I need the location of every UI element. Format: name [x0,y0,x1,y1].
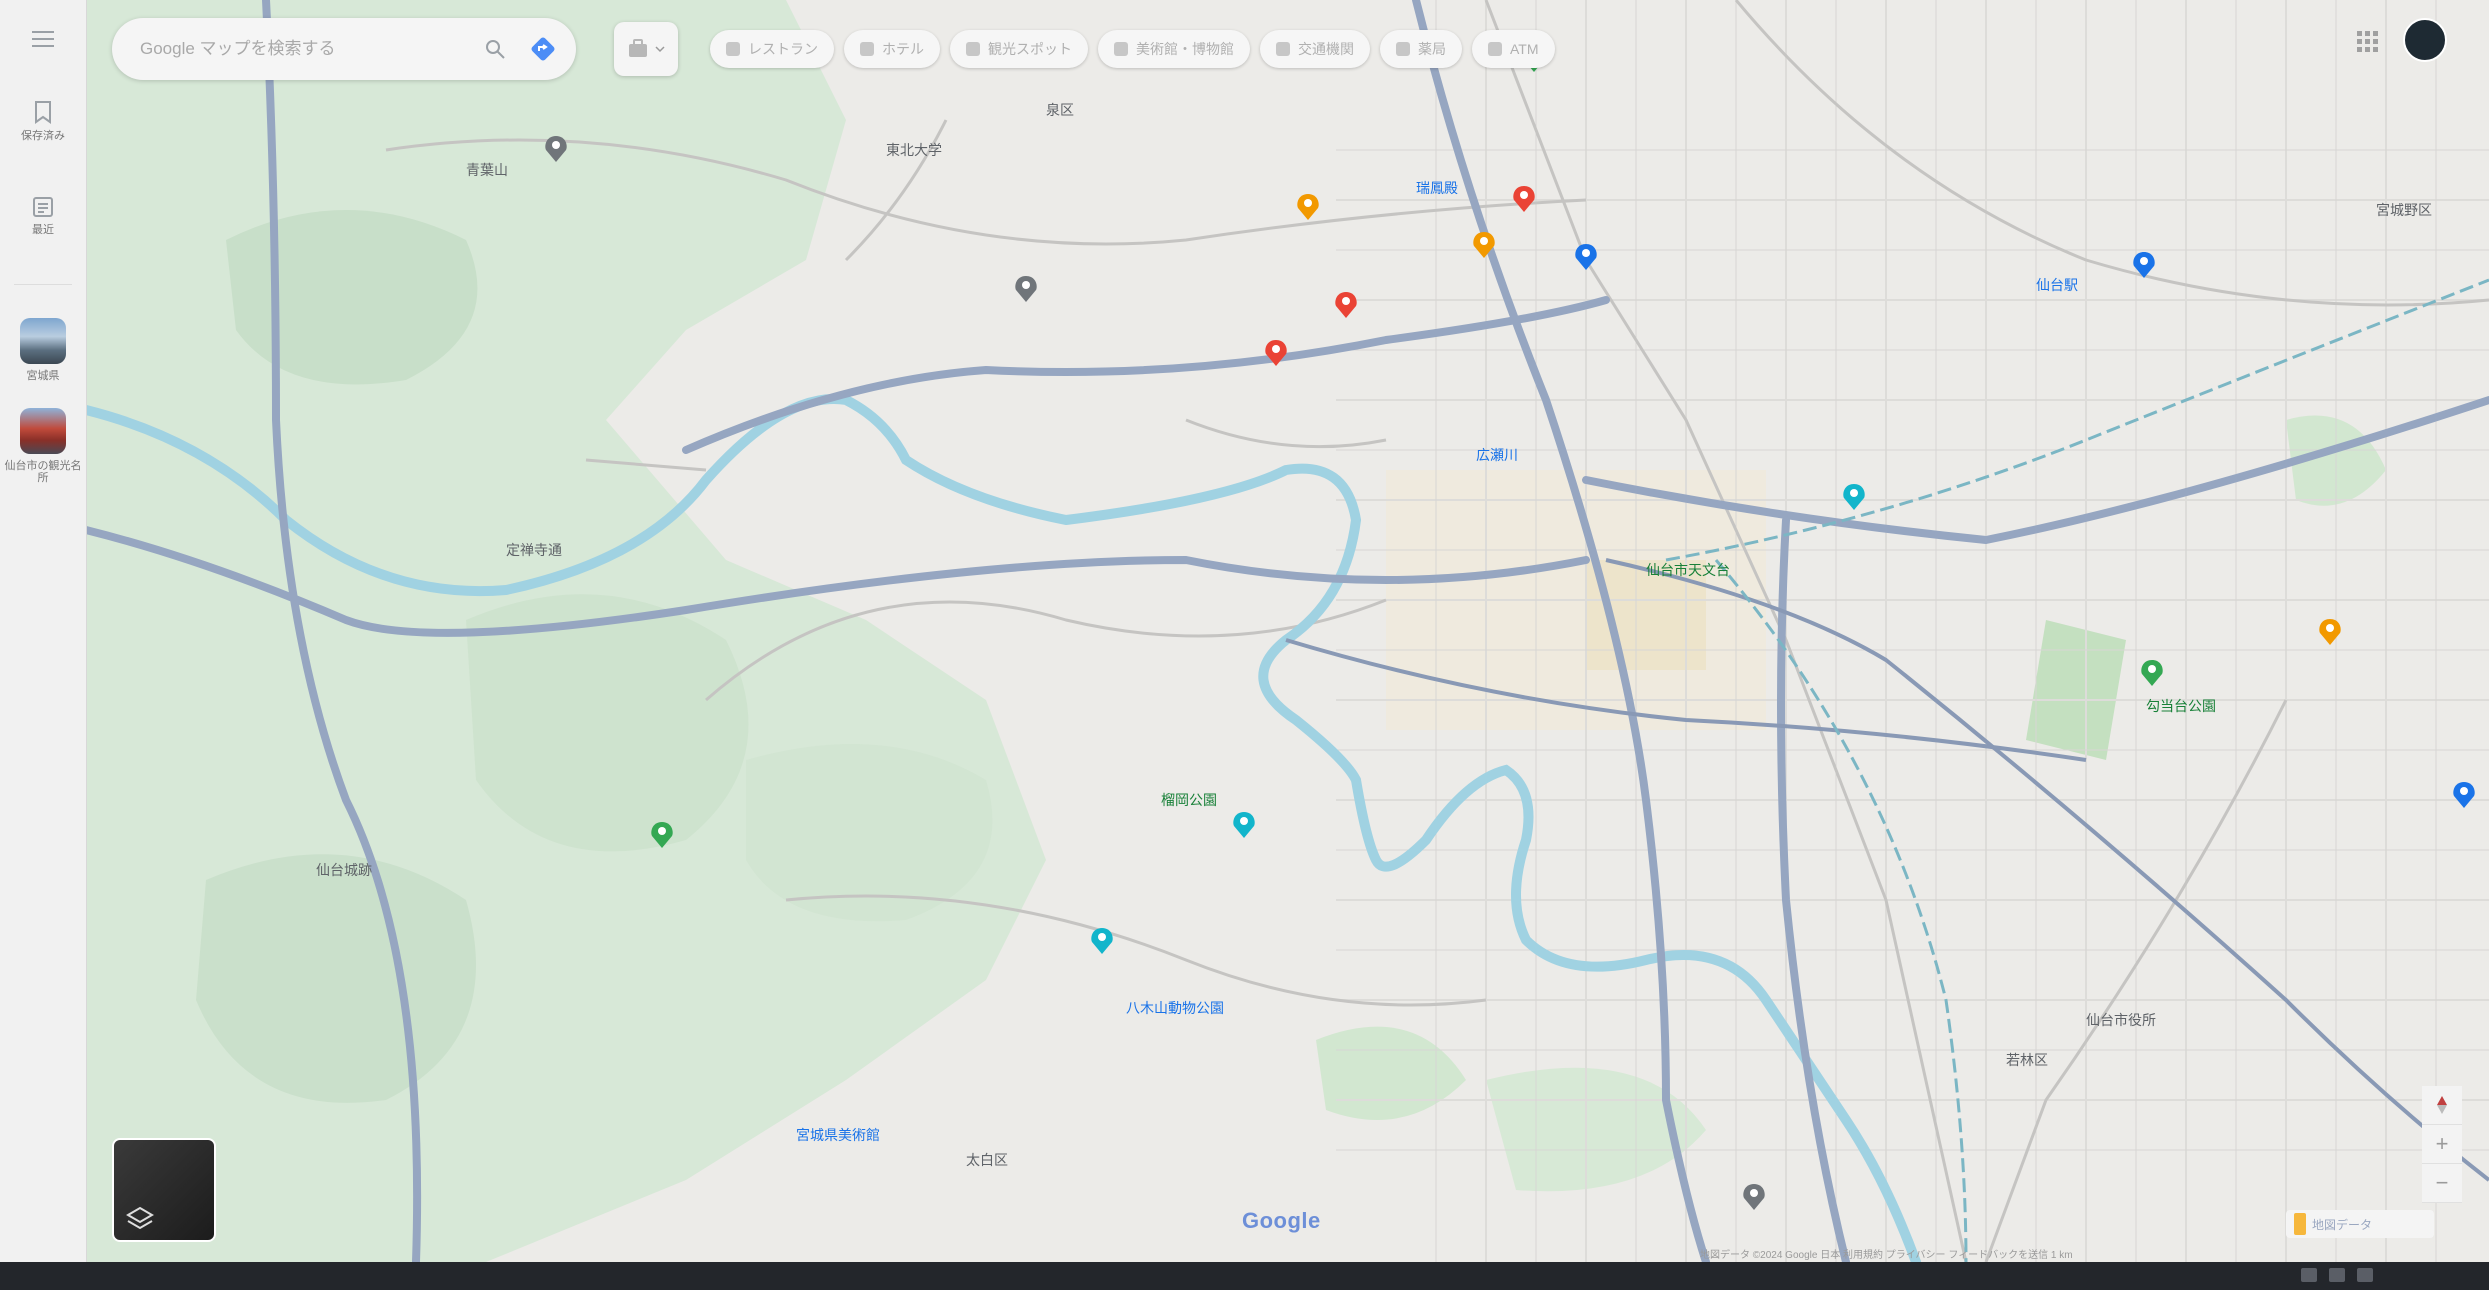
map-place-label[interactable]: 榴岡公園 [1161,790,1217,810]
map-place-label[interactable]: 宮城野区 [2376,200,2432,220]
compass-icon [2437,1096,2447,1114]
chip-attractions[interactable]: 観光スポット [950,30,1088,68]
search-input[interactable] [138,38,480,60]
history-label: 仙台市の観光名所 [4,460,82,484]
history-label: 宮城県 [26,370,60,382]
saved-button[interactable]: 保存済み [0,100,86,142]
saved-label: 保存済み [21,130,65,142]
system-tray [2301,1268,2475,1282]
hamburger-icon [32,31,54,47]
map-footer: 地図データ ©2024 Google 日本 利用規約 プライバシー フィードバッ… [1700,1250,2073,1261]
minus-icon: − [2435,1170,2449,1195]
avatar[interactable] [2403,18,2447,62]
map-place-label[interactable]: 青葉山 [466,160,508,180]
search-icon [486,40,505,59]
chip-atm[interactable]: ATM [1472,30,1555,68]
search-box[interactable] [112,18,576,80]
map-base [86,0,2489,1262]
map-place-label[interactable]: 八木山動物公園 [1126,998,1224,1018]
suitcase-icon [629,39,647,57]
trips-button[interactable] [614,22,678,76]
google-logo: Google [1242,1208,1321,1234]
chip-hotels[interactable]: ホテル [844,30,940,68]
map-place-label[interactable]: 広瀬川 [1476,445,1518,465]
restaurant-icon [726,42,740,56]
directions-button[interactable] [528,34,558,64]
zoom-out-button[interactable]: − [2422,1164,2462,1203]
zoom-in-button[interactable]: + [2422,1125,2462,1164]
recent-label: 最近 [32,224,54,236]
pegman-icon [2294,1213,2306,1235]
directions-icon [531,37,555,61]
battery-icon[interactable] [2357,1268,2373,1282]
plus-icon: + [2435,1131,2449,1156]
apps-button[interactable] [2354,28,2382,56]
hotel-icon [860,42,874,56]
recent-button[interactable]: 最近 [0,196,86,236]
map-place-label[interactable]: 宮城県美術館 [796,1125,880,1145]
pharmacy-icon [1396,42,1410,56]
map-place-label[interactable]: 仙台駅 [2036,275,2078,295]
map-place-label[interactable]: 勾当台公園 [2146,696,2216,716]
map-place-label[interactable]: 泉区 [1046,100,1074,120]
chip-transit[interactable]: 交通機関 [1260,30,1370,68]
map-canvas[interactable] [86,0,2489,1262]
zoom-controls: + − [2422,1086,2462,1203]
map-place-label[interactable]: 東北大学 [886,140,942,160]
os-taskbar [0,1262,2489,1290]
history-icon [33,197,53,217]
pegman-bar[interactable]: 地図データ [2286,1210,2434,1238]
search-button[interactable] [480,34,510,64]
compass-button[interactable] [2422,1086,2462,1125]
category-chips: レストラン ホテル 観光スポット 美術館・博物館 交通機関 薬局 ATM [710,30,1555,68]
atm-icon [1488,42,1502,56]
history-thumbnail [20,408,66,454]
network-icon[interactable] [2301,1268,2317,1282]
layers-button[interactable] [112,1138,216,1242]
map-place-label[interactable]: 仙台市役所 [2086,1010,2156,1030]
museum-icon [1114,42,1128,56]
volume-icon[interactable] [2329,1268,2345,1282]
map-place-label[interactable]: 仙台市天文台 [1646,560,1730,580]
map-place-label[interactable]: 仙台城跡 [316,860,372,880]
chip-restaurants[interactable]: レストラン [710,30,834,68]
grid-icon [2357,31,2378,52]
google-logo-text: Google [1242,1208,1321,1233]
chevron-down-icon [655,46,665,53]
map-place-label[interactable]: 若林区 [2006,1050,2048,1070]
left-rail: 保存済み 最近 宮城県 仙台市の観光名所 [0,0,87,1262]
map-place-label[interactable]: 太白区 [966,1150,1008,1170]
scale-text: 地図データ [2312,1217,2373,1232]
history-thumbnail [20,318,66,364]
history-item-1[interactable]: 宮城県 [0,318,86,382]
history-item-2[interactable]: 仙台市の観光名所 [0,408,86,484]
transit-icon [1276,42,1290,56]
bookmark-icon [35,101,51,124]
layers-icon [126,1206,154,1230]
camera-icon [966,42,980,56]
chip-museums[interactable]: 美術館・博物館 [1098,30,1250,68]
map-place-label[interactable]: 定禅寺通 [506,540,562,560]
chip-pharmacy[interactable]: 薬局 [1380,30,1462,68]
menu-button[interactable] [0,30,86,48]
map-place-label[interactable]: 瑞鳳殿 [1416,178,1458,198]
clock [2385,1268,2475,1282]
